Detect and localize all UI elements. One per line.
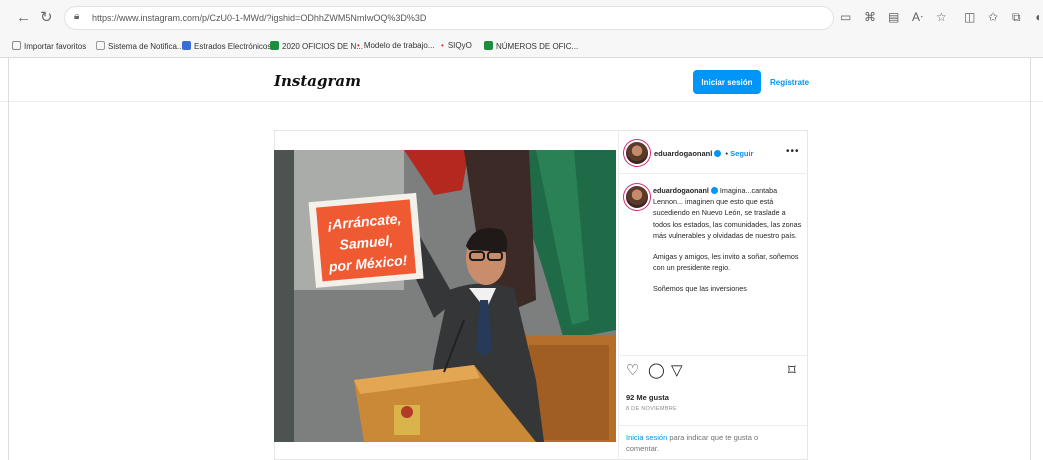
- back-icon[interactable]: ←: [16, 9, 31, 27]
- sheets-icon: [270, 41, 279, 50]
- grid-icon[interactable]: ⌘: [864, 11, 876, 24]
- signup-link[interactable]: Regístrate: [770, 78, 809, 87]
- page-border-left: [8, 58, 9, 460]
- favorite-star-icon[interactable]: ☆: [936, 11, 947, 24]
- header-divider: [618, 173, 808, 174]
- verified-badge-icon: [714, 150, 722, 157]
- reload-icon[interactable]: ↻: [40, 9, 53, 27]
- page-border-right: [1030, 58, 1031, 460]
- username-link[interactable]: eduardogaonanl: [653, 186, 709, 195]
- login-hint: Inicia sesión para indicar que te gusta …: [626, 432, 791, 454]
- sheets-icon: [484, 41, 493, 50]
- bookmark-save-icon[interactable]: ⌑: [788, 363, 796, 379]
- reader-icon[interactable]: ▤: [888, 11, 899, 24]
- dot-icon: •: [441, 41, 444, 50]
- avatar[interactable]: [626, 142, 648, 164]
- split-screen-icon[interactable]: ◫: [964, 11, 975, 24]
- bookmark-item[interactable]: Importar favoritos: [12, 41, 86, 51]
- caption-paragraph: Soñemos que las inversiones: [653, 284, 747, 294]
- pane-divider: [618, 130, 619, 460]
- post-date: 8 DE NOVIEMBRE: [626, 406, 677, 412]
- dot-icon: •: [357, 41, 360, 50]
- bookmark-item[interactable]: • SIQyO: [441, 41, 472, 50]
- login-link[interactable]: Inicia sesión: [626, 433, 667, 442]
- post-author: eduardogaonanl • Seguir: [654, 148, 753, 159]
- follow-button[interactable]: Seguir: [730, 149, 753, 158]
- bookmark-item[interactable]: NÚMEROS DE OFIC...: [484, 41, 578, 51]
- read-aloud-icon[interactable]: Aᐧ: [912, 11, 923, 24]
- favorites-icon[interactable]: ✩: [988, 11, 998, 24]
- app-available-icon[interactable]: ▭: [840, 11, 851, 24]
- username-link[interactable]: eduardogaonanl: [654, 149, 712, 158]
- document-icon: [182, 41, 191, 50]
- share-send-icon[interactable]: ▽: [671, 363, 683, 379]
- likes-count[interactable]: 92 Me gusta: [626, 393, 669, 402]
- folder-icon: [12, 41, 21, 50]
- post-photo[interactable]: ¡Arráncate, Samuel, por México!: [274, 150, 616, 442]
- avatar[interactable]: [626, 186, 648, 208]
- post-photo-illustration: ¡Arráncate, Samuel, por México!: [274, 150, 616, 442]
- instagram-header: [0, 58, 1043, 102]
- page-icon: [96, 41, 105, 50]
- bookmark-item[interactable]: Sistema de Notifica...: [96, 41, 184, 51]
- caption-first-paragraph: eduardogaonanl Imagina...cantaba Lennon..…: [653, 185, 803, 241]
- post-caption: eduardogaonanl Imagina...cantaba Lennon..…: [653, 185, 803, 305]
- bookmark-item[interactable]: • Modelo de trabajo...: [357, 41, 435, 50]
- login-button[interactable]: Iniciar sesión: [693, 70, 761, 94]
- like-heart-icon[interactable]: ♡: [626, 363, 639, 379]
- instagram-logo[interactable]: Instagram: [274, 72, 361, 90]
- caption-paragraph: Amigas y amigos, les invito a soñar, soñ…: [653, 252, 799, 273]
- extensions-icon[interactable]: ◖: [1034, 11, 1041, 24]
- url-text[interactable]: https://www.instagram.com/p/CzU0-1-MWd/?…: [92, 13, 426, 23]
- collections-icon[interactable]: ⧉: [1012, 11, 1021, 24]
- more-options-icon[interactable]: •••: [786, 146, 800, 157]
- lock-icon[interactable]: 🔒︎: [74, 11, 79, 22]
- footer-divider: [618, 425, 808, 426]
- comment-bubble-icon[interactable]: ◯: [648, 363, 665, 379]
- bookmark-item[interactable]: 2020 OFICIOS DE N...: [270, 41, 363, 51]
- verified-badge-icon: [710, 187, 718, 194]
- bookmark-item[interactable]: Estrados Electrónicos: [182, 41, 271, 51]
- actions-divider: [618, 355, 808, 356]
